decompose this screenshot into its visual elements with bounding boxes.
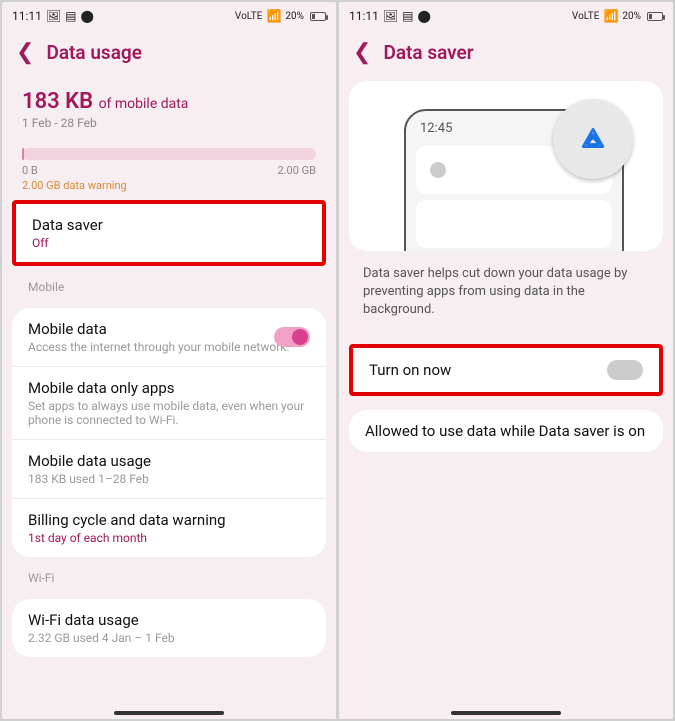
mobile-data-sub: Access the internet through your mobile … [28, 340, 310, 354]
mobile-only-apps-sub: Set apps to always use mobile data, even… [28, 399, 310, 427]
usage-amount: 183 KB [22, 89, 93, 114]
status-volte-icon: VoLTE [572, 11, 600, 22]
data-warning: 2.00 GB data warning [22, 179, 316, 192]
status-image-icon: 🖼 [383, 9, 398, 23]
status-mic-icon: ⬤ [417, 9, 430, 23]
status-time: 11:11 [12, 9, 42, 23]
mobile-data-row[interactable]: Mobile data Access the internet through … [12, 308, 326, 367]
bar-min: 0 B [22, 164, 38, 177]
mobile-only-apps-title: Mobile data only apps [28, 379, 310, 397]
mobile-data-title: Mobile data [28, 320, 310, 338]
section-mobile: Mobile [12, 266, 326, 298]
illus-time: 12:45 [420, 121, 452, 136]
billing-cycle-sub: 1st day of each month [28, 531, 310, 545]
turn-on-now-label: Turn on now [369, 361, 451, 379]
back-icon[interactable]: ❮ [353, 40, 371, 65]
wifi-data-usage-row[interactable]: Wi-Fi data usage 2.32 GB used 4 Jan – 1 … [12, 599, 326, 657]
usage-suffix: of mobile data [99, 96, 189, 112]
status-bar: 11:11 🖼 ▤ ⬤ VoLTE 📶 20% [2, 2, 336, 30]
usage-date-range: 1 Feb - 28 Feb [22, 116, 316, 130]
status-bar: 11:11 🖼 ▤ ⬤ VoLTE 📶 20% [339, 2, 673, 30]
header: ❮ Data usage [2, 30, 336, 81]
nav-handle[interactable] [114, 711, 224, 715]
mobile-only-apps-row[interactable]: Mobile data only apps Set apps to always… [12, 367, 326, 440]
status-calendar-icon: ▤ [402, 9, 413, 23]
page-title: Data usage [46, 41, 142, 64]
usage-bar [22, 148, 316, 160]
status-time: 11:11 [349, 9, 379, 23]
turn-on-toggle[interactable] [607, 360, 643, 380]
data-saver-row[interactable]: Data saver Off [12, 200, 326, 266]
status-calendar-icon: ▤ [65, 9, 76, 23]
battery-icon [647, 12, 663, 21]
usage-summary: 183 KB of mobile data 1 Feb - 28 Feb 0 B… [12, 81, 326, 192]
billing-cycle-title: Billing cycle and data warning [28, 511, 310, 529]
data-saver-illustration: 12:45 ▮ [349, 81, 663, 251]
mobile-data-usage-sub: 183 KB used 1–28 Feb [28, 472, 310, 486]
back-icon[interactable]: ❮ [16, 40, 34, 65]
billing-cycle-row[interactable]: Billing cycle and data warning 1st day o… [12, 499, 326, 557]
section-wifi: Wi-Fi [12, 557, 326, 589]
wifi-data-usage-title: Wi-Fi data usage [28, 611, 310, 629]
phone-screen-data-saver: 11:11 🖼 ▤ ⬤ VoLTE 📶 20% ❮ Data saver 12:… [339, 2, 673, 719]
status-signal-icon: 📶 [266, 9, 281, 23]
turn-on-now-row[interactable]: Turn on now [349, 344, 663, 396]
status-battery-pct: 20% [285, 11, 304, 22]
data-saver-description: Data saver helps cut down your data usag… [349, 265, 663, 334]
bar-max: 2.00 GB [277, 164, 316, 177]
status-mic-icon: ⬤ [80, 9, 93, 23]
mobile-data-toggle[interactable] [274, 327, 310, 347]
page-title: Data saver [383, 41, 473, 64]
status-signal-icon: 📶 [603, 9, 618, 23]
nav-handle[interactable] [451, 711, 561, 715]
battery-icon [310, 12, 326, 21]
data-saver-status: Off [32, 236, 306, 250]
allowed-apps-label: Allowed to use data while Data saver is … [365, 422, 647, 440]
status-image-icon: 🖼 [46, 9, 61, 23]
wifi-data-usage-sub: 2.32 GB used 4 Jan – 1 Feb [28, 631, 310, 645]
mobile-data-usage-title: Mobile data usage [28, 452, 310, 470]
data-saver-triangle-icon [580, 126, 606, 152]
allowed-apps-row[interactable]: Allowed to use data while Data saver is … [349, 410, 663, 452]
data-saver-title: Data saver [32, 216, 306, 234]
header: ❮ Data saver [339, 30, 673, 81]
status-battery-pct: 20% [622, 11, 641, 22]
mobile-data-usage-row[interactable]: Mobile data usage 183 KB used 1–28 Feb [12, 440, 326, 499]
status-volte-icon: VoLTE [235, 11, 263, 22]
phone-screen-data-usage: 11:11 🖼 ▤ ⬤ VoLTE 📶 20% ❮ Data usage 183… [2, 2, 336, 719]
